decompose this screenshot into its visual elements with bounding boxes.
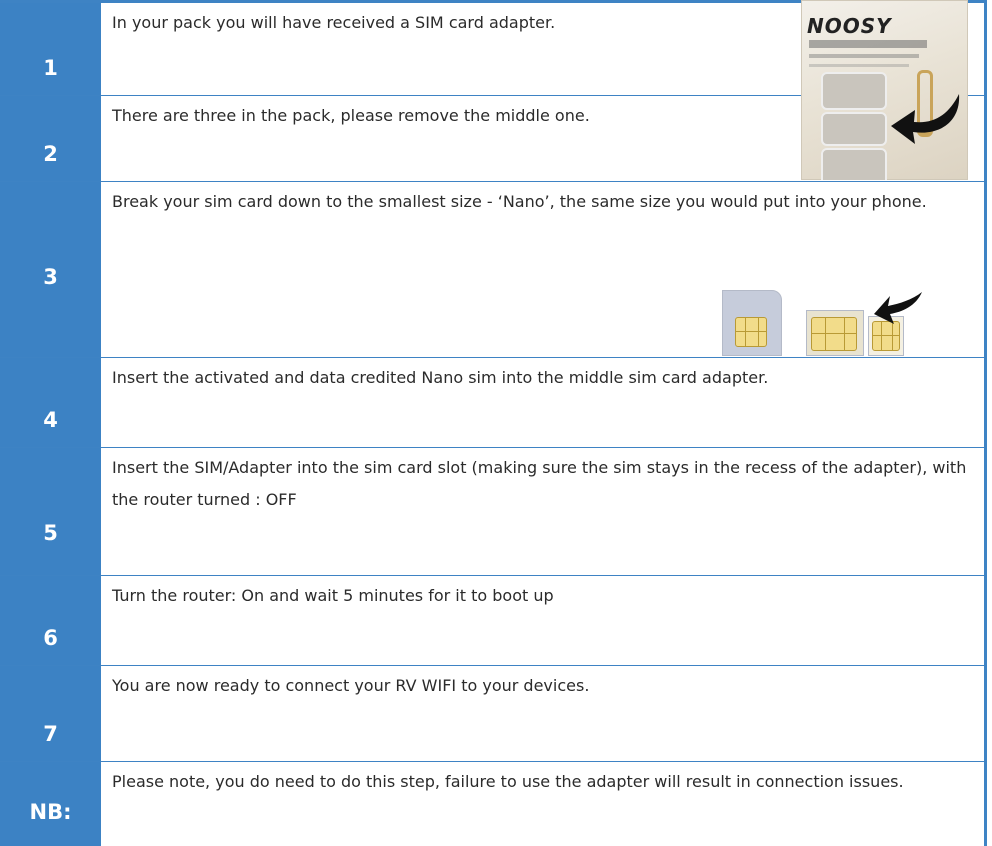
- step-row-5: 5 Insert the SIM/Adapter into the sim ca…: [0, 447, 987, 575]
- pack-print-line: [809, 40, 927, 48]
- step-number-cell: 7: [0, 666, 101, 761]
- standard-sim: [722, 290, 782, 356]
- adapter-slot: [821, 72, 887, 110]
- step-number: 7: [43, 722, 58, 746]
- step-number-cell: 5: [0, 448, 101, 575]
- step-number: 6: [43, 626, 58, 650]
- sim-card-sizes-image: [722, 290, 922, 356]
- adapter-slot: [821, 112, 887, 146]
- step-text: Insert the activated and data credited N…: [112, 368, 769, 387]
- step-text: Turn the router: On and wait 5 minutes f…: [112, 586, 554, 605]
- step-number: 1: [43, 56, 58, 80]
- step-number-cell: 4: [0, 358, 101, 447]
- step-number-cell: 2: [0, 96, 101, 181]
- sim-adapter-pack-image: NOOSY: [801, 0, 968, 180]
- curved-arrow-icon: [891, 94, 960, 144]
- adapter-slot: [821, 148, 887, 180]
- step-row-6: 6 Turn the router: On and wait 5 minutes…: [0, 575, 987, 665]
- step-number: 5: [43, 521, 58, 545]
- note-text: Please note, you do need to do this step…: [112, 772, 904, 791]
- pack-print-line: [809, 54, 919, 58]
- step-number: 2: [43, 142, 58, 166]
- sim-chip: [735, 317, 767, 347]
- step-number: 3: [43, 265, 58, 289]
- step-text: You are now ready to connect your RV WIF…: [112, 676, 590, 695]
- step-text: Break your sim card down to the smallest…: [112, 192, 927, 211]
- step-number-cell: NB:: [0, 762, 101, 846]
- step-row-4: 4 Insert the activated and data credited…: [0, 357, 987, 447]
- step-number: 4: [43, 408, 58, 432]
- step-number-cell: 1: [0, 3, 101, 95]
- step-row-nb: NB: Please note, you do need to do this …: [0, 761, 987, 846]
- note-label: NB:: [29, 800, 72, 824]
- curved-arrow-icon: [874, 292, 922, 324]
- micro-sim: [806, 310, 864, 356]
- step-number-cell: 6: [0, 576, 101, 665]
- step-text: Insert the SIM/Adapter into the sim card…: [112, 458, 967, 509]
- sim-chip: [811, 317, 857, 351]
- step-number-cell: 3: [0, 182, 101, 357]
- step-row-7: 7 You are now ready to connect your RV W…: [0, 665, 987, 761]
- pack-brand-text: NOOSY: [807, 14, 892, 38]
- pack-print-line: [809, 64, 909, 67]
